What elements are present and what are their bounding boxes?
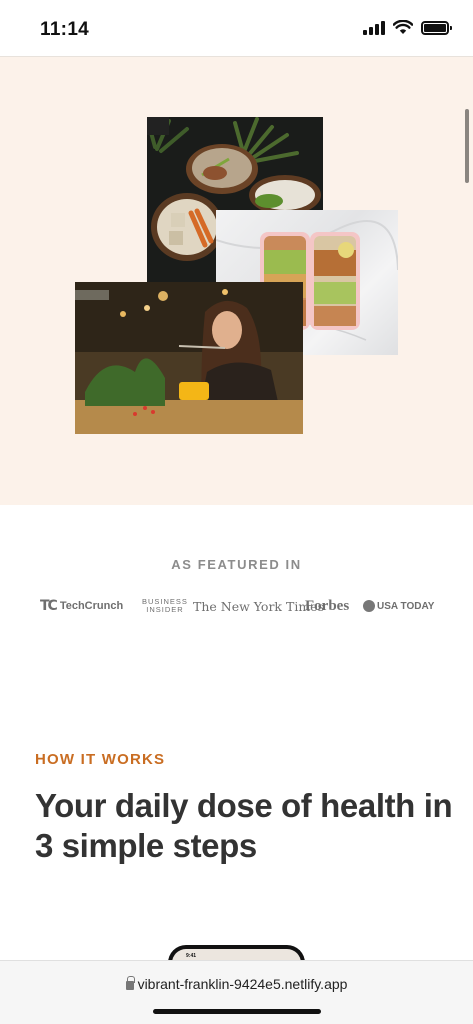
- techcrunch-logo: TC TechCrunch: [40, 594, 123, 618]
- url-row[interactable]: vibrant-franklin-9424e5.netlify.app: [0, 976, 473, 992]
- woman-eating-photo: [75, 282, 303, 434]
- scrollbar[interactable]: [465, 109, 469, 183]
- battery-icon: [421, 20, 452, 35]
- featured-in-section: AS FEATURED IN TC TechCrunch BUSINESS IN…: [0, 505, 473, 655]
- status-icons: [363, 20, 452, 35]
- lock-icon: [125, 976, 135, 990]
- hero-section: [0, 57, 473, 505]
- how-it-works-section: HOW IT WORKS Your daily dose of health i…: [0, 655, 473, 975]
- techcrunch-mark-icon: TC: [40, 598, 58, 614]
- browser-address-bar[interactable]: vibrant-franklin-9424e5.netlify.app: [0, 960, 473, 1024]
- status-time: 11:14: [40, 19, 90, 40]
- section-heading: Your daily dose of health in 3 simple st…: [35, 787, 453, 864]
- usa-today-logo: USA TODAY: [363, 594, 434, 618]
- home-indicator[interactable]: [153, 1009, 321, 1014]
- usa-today-dot-icon: [363, 600, 375, 612]
- forbes-logo: Forbes: [305, 597, 350, 614]
- section-eyebrow: HOW IT WORKS: [35, 751, 166, 768]
- wifi-icon: [393, 20, 413, 34]
- url-text[interactable]: vibrant-franklin-9424e5.netlify.app: [138, 976, 348, 992]
- cellular-signal-icon: [363, 20, 385, 35]
- business-insider-logo: BUSINESS INSIDER: [142, 597, 188, 614]
- status-bar: 11:14: [0, 0, 473, 57]
- press-logos: TC TechCrunch BUSINESS INSIDER The New Y…: [40, 594, 440, 618]
- techcrunch-wordmark: TechCrunch: [59, 600, 124, 612]
- featured-in-label: AS FEATURED IN: [171, 557, 302, 572]
- phone-mockup-time: 9:41: [186, 953, 197, 959]
